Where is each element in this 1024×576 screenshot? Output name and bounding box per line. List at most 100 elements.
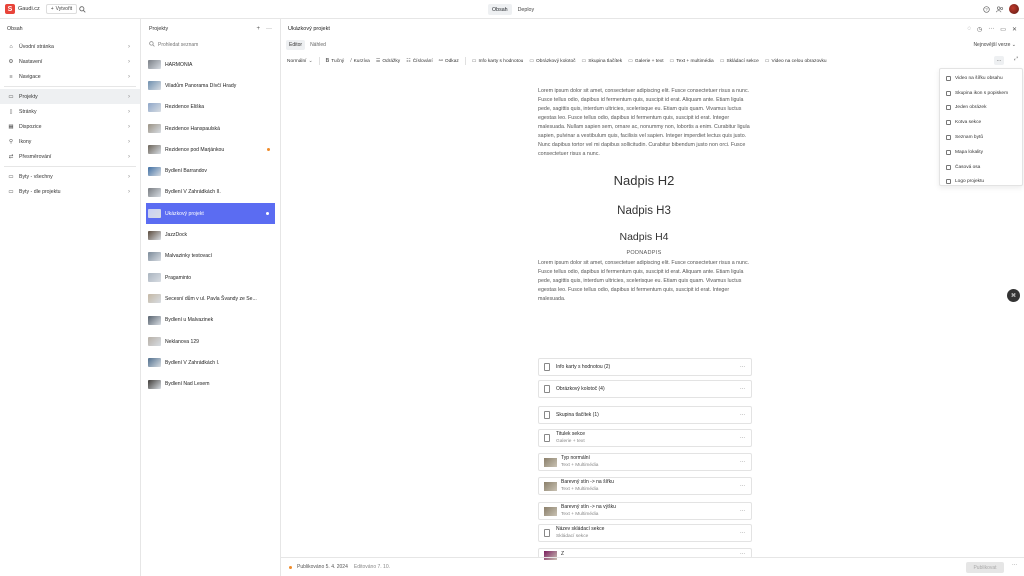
paragraph[interactable]: Lorem ipsum dolor sit amet, consectetuer…	[538, 259, 750, 304]
insert-collapsible-button[interactable]: ▭ Skládací sekce	[720, 58, 759, 64]
list-item[interactable]: Bydlení V Zahrádkách II.	[141, 182, 280, 203]
insert-fullscreen-video-button[interactable]: ▭ Video na celou obrazovku	[765, 58, 827, 64]
sidebar-item-dispozice[interactable]: ▦ Dispozice ›	[0, 119, 140, 134]
sidebar-item-byty-vsechny[interactable]: ▭ Byty - všechny ›	[0, 169, 140, 184]
list-item[interactable]: Neklanova 129	[141, 331, 280, 352]
content-block[interactable]: Barevný stín -> na výšku Text + Multimédi…	[538, 502, 752, 520]
list-item[interactable]: Bydlení u Malvazinek	[141, 310, 280, 331]
list-item[interactable]: Bydlení Barrandov	[141, 160, 280, 181]
content-block[interactable]: Obrázkový kolotoč (4) ···	[538, 380, 752, 398]
more-icon[interactable]: ···	[740, 364, 745, 370]
more-icon[interactable]: ···	[1012, 562, 1017, 568]
more-icon[interactable]: ···	[740, 435, 745, 441]
menu-item[interactable]: Časová osa	[940, 160, 1022, 175]
link-button[interactable]: ⚯ Odkaz	[439, 58, 459, 64]
paragraph[interactable]: Lorem ipsum dolor sit amet, consectetuer…	[538, 87, 750, 159]
italic-button[interactable]: / Kurzíva	[350, 58, 370, 64]
list-item[interactable]: Viladům Panorama Dívčí Hrady	[141, 75, 280, 96]
list-item[interactable]: Rezidence Hanspaulská	[141, 118, 280, 139]
insert-label: Skupina tlačítek	[588, 58, 623, 64]
content-block[interactable]: Skupina tlačítek (1) ···	[538, 406, 752, 424]
more-icon[interactable]: ···	[740, 530, 745, 536]
list-item[interactable]: Pragaminto	[141, 267, 280, 288]
toolbar-more-button[interactable]: ···	[994, 56, 1004, 65]
insert-carousel-button[interactable]: ▭ Obrázkový kolotoč	[529, 58, 575, 64]
heading-h2[interactable]: Nadpis H2	[538, 173, 750, 188]
subheading[interactable]: PODNADPIS	[538, 250, 750, 256]
search-icon[interactable]	[77, 4, 87, 14]
sidebar-item-ikony[interactable]: ⚲ Ikony ›	[0, 134, 140, 149]
more-icon[interactable]: ···	[740, 459, 745, 465]
list-item[interactable]: HARMONIA	[141, 54, 280, 75]
heading-h3[interactable]: Nadpis H3	[538, 205, 750, 217]
floating-action-button[interactable]: ⌘	[1007, 289, 1020, 302]
list-item[interactable]: Secesní dům v ul. Pavla Švandy ze Se...	[141, 288, 280, 309]
more-icon[interactable]: ···	[740, 412, 745, 418]
more-icon[interactable]: ···	[266, 26, 272, 32]
sidebar-item-byty-dle-projektu[interactable]: ▭ Byty - dle projektu ›	[0, 184, 140, 199]
search-input[interactable]	[158, 42, 258, 48]
list-item[interactable]: Rezidence pod Marjánkou	[141, 139, 280, 160]
style-select[interactable]: Normální ⌄	[287, 58, 313, 64]
menu-item[interactable]: Skupina ikon s popiskem	[940, 86, 1022, 101]
avatar[interactable]	[1009, 4, 1019, 14]
content-block[interactable]: Barevný stín -> na šířku Text + Multimédi…	[538, 477, 752, 495]
menu-item[interactable]: Kotva sekce	[940, 115, 1022, 130]
list-item[interactable]: Ukázkový projekt	[146, 203, 275, 225]
version-select[interactable]: Nejnovější verze ⌄	[973, 42, 1016, 48]
expand-icon[interactable]: ⤢	[1014, 56, 1018, 62]
numbered-list-button[interactable]: ☷ Číslování	[406, 58, 432, 64]
insert-button-group-button[interactable]: ▭ Skupina tlačítek	[582, 58, 623, 64]
list-item[interactable]: JazzDock	[141, 224, 280, 245]
menu-item[interactable]: Jeden obrázek	[940, 101, 1022, 116]
menu-item[interactable]: Video na šířku obsahu	[940, 71, 1022, 86]
insert-label: Galerie + text	[634, 58, 664, 64]
list-item[interactable]: Bydlení Nad Lesem	[141, 373, 280, 394]
list-item[interactable]: Bydlení V Zahrádkách I.	[141, 352, 280, 373]
create-button[interactable]: + Vytvořit	[45, 4, 78, 14]
comment-icon[interactable]: ◌	[967, 26, 971, 33]
more-icon[interactable]: ···	[740, 386, 745, 392]
bullet-list-button[interactable]: ☰ Odrážky	[376, 58, 400, 64]
tab-preview[interactable]: Náhled	[307, 40, 329, 50]
block-text: Obrázkový kolotoč (4)	[556, 386, 605, 393]
sidebar-item-nastaveni[interactable]: ⚙ Nastavení ›	[0, 54, 140, 69]
content-block[interactable]: Info karty s hodnotou (2) ···	[538, 358, 752, 376]
more-icon[interactable]: ···	[740, 483, 745, 489]
tab-obsah[interactable]: Obsah	[488, 4, 512, 15]
insert-text-media-button[interactable]: ▭ Text + multimédia	[670, 58, 714, 64]
sidebar-item-stranky[interactable]: ▯ Stránky ›	[0, 104, 140, 119]
menu-item[interactable]: Seznam bytů	[940, 130, 1022, 145]
close-icon[interactable]: ✕	[1012, 26, 1017, 33]
list-item[interactable]: Malvazinky testovací	[141, 246, 280, 267]
sidebar-item-label: Dispozice	[19, 123, 42, 130]
history-icon[interactable]: ◷	[977, 26, 982, 33]
sidebar-item-presmerovani[interactable]: ⇄ Přesměrování ›	[0, 149, 140, 164]
list-item[interactable]: Rezidence Eliška	[141, 97, 280, 118]
bold-button[interactable]: B Tučný	[326, 58, 345, 64]
content-block[interactable]: Název skládací sekce Skládací sekce ···	[538, 524, 752, 542]
split-view-icon[interactable]: ▭	[1000, 26, 1006, 33]
users-icon[interactable]	[995, 4, 1005, 14]
menu-item[interactable]: Logo projektu	[940, 175, 1022, 190]
add-project-icon[interactable]: +	[256, 26, 260, 32]
content-block[interactable]: Typ normální Text + Multimédia ···	[538, 453, 752, 471]
more-icon[interactable]: ···	[740, 508, 745, 514]
site-name[interactable]: Gaudi.cz	[18, 6, 40, 12]
heading-h4[interactable]: Nadpis H4	[538, 231, 750, 243]
content-block[interactable]: Titulek sekce Galerie + text ···	[538, 429, 752, 447]
insert-info-cards-button[interactable]: ▭ Info karty s hodnotou	[472, 58, 524, 64]
app-logo[interactable]: S	[5, 4, 15, 14]
tab-editor[interactable]: Editor	[286, 40, 306, 50]
document-content[interactable]: Lorem ipsum dolor sit amet, consectetuer…	[538, 87, 750, 304]
publish-button[interactable]: Publikovat	[966, 562, 1004, 573]
sidebar-item-uvodni-stranka[interactable]: ⌂ Úvodní stránka ›	[0, 39, 140, 54]
sidebar-item-navigace[interactable]: ≡ Navigace ›	[0, 69, 140, 84]
menu-item[interactable]: Mapa lokality	[940, 145, 1022, 160]
tab-deploy[interactable]: Deploy	[514, 4, 539, 15]
more-icon[interactable]: ···	[988, 26, 994, 33]
sidebar-item-label: Projekty	[19, 93, 38, 100]
sidebar-item-projekty[interactable]: ▭ Projekty ›	[0, 89, 140, 104]
insert-gallery-text-button[interactable]: ▭ Galerie + text	[628, 58, 663, 64]
help-icon[interactable]: ?	[981, 4, 991, 14]
